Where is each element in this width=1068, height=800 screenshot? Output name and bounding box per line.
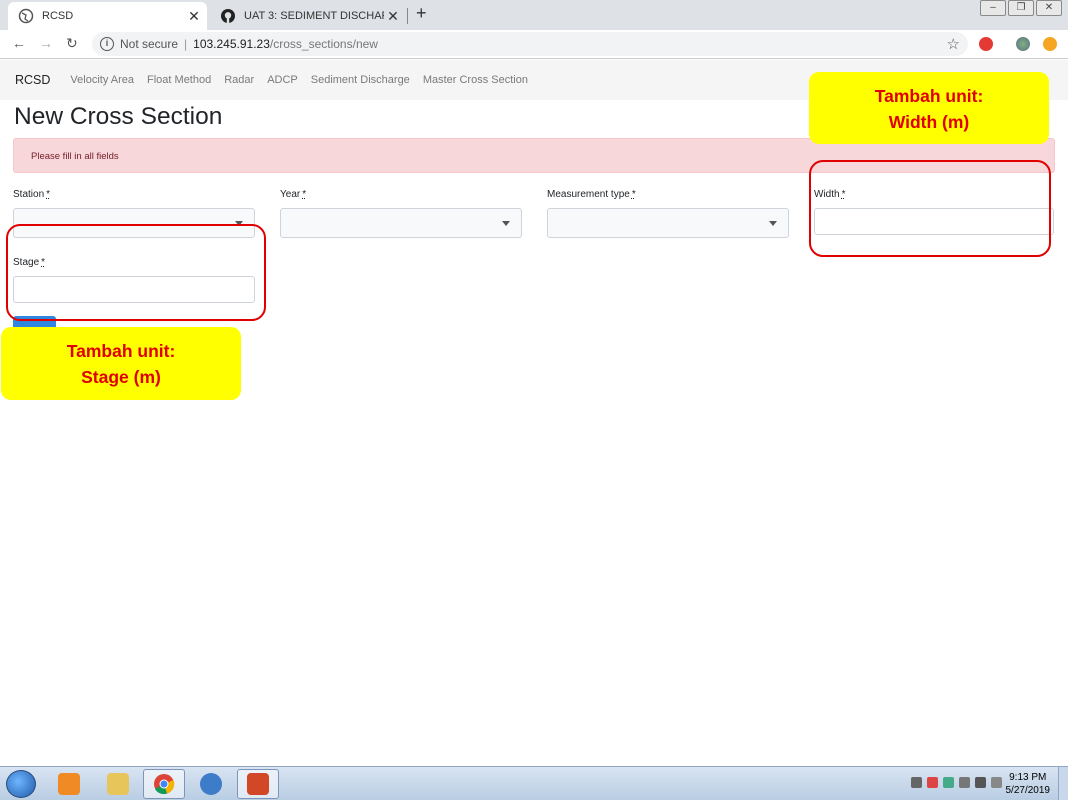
restore-icon[interactable]: ❐ bbox=[1008, 0, 1034, 16]
measurement-type-label-text: Measurement type bbox=[547, 189, 630, 200]
nav-float-method[interactable]: Float Method bbox=[147, 74, 211, 86]
taskbar-clock[interactable]: 9:13 PM 5/27/2019 bbox=[1006, 771, 1051, 797]
bookmark-star-icon[interactable]: ☆ bbox=[947, 35, 960, 53]
info-icon[interactable]: i bbox=[100, 37, 114, 51]
forward-icon[interactable]: → bbox=[39, 35, 53, 51]
tab-title: UAT 3: SEDIMENT DISCHARGE UNIT bbox=[244, 10, 384, 22]
tab-uat3[interactable]: UAT 3: SEDIMENT DISCHARGE UNIT ✕ bbox=[210, 2, 406, 30]
powerpoint-icon bbox=[247, 773, 269, 795]
globe-extension-icon[interactable] bbox=[1016, 37, 1030, 51]
show-desktop-button[interactable] bbox=[1058, 767, 1068, 800]
nav-master-cross-section[interactable]: Master Cross Section bbox=[423, 74, 528, 86]
callout-line: Tambah unit: bbox=[874, 86, 984, 106]
opera-extension-icon[interactable] bbox=[979, 37, 993, 51]
year-label-text: Year bbox=[280, 189, 301, 200]
close-icon[interactable]: ✕ bbox=[384, 8, 402, 25]
taskbar-math-input[interactable] bbox=[190, 769, 232, 799]
stage-highlight-ring bbox=[6, 224, 266, 321]
address-bar[interactable]: i Not secure | 103.245.91.23 /cross_sect… bbox=[92, 32, 968, 56]
chevron-down-icon bbox=[769, 221, 777, 226]
taskbar-media-player[interactable] bbox=[48, 769, 90, 799]
math-input-icon bbox=[200, 773, 222, 795]
close-icon[interactable]: ✕ bbox=[185, 8, 203, 25]
year-select[interactable] bbox=[280, 208, 522, 238]
chrome-tray-icon[interactable] bbox=[943, 777, 954, 788]
callout-line: Width (m) bbox=[888, 112, 970, 132]
close-window-icon[interactable]: ✕ bbox=[1036, 0, 1062, 16]
taskbar-powerpoint[interactable] bbox=[237, 769, 279, 799]
flag-icon[interactable] bbox=[959, 777, 970, 788]
measurement-type-label: Measurement type * bbox=[547, 189, 636, 200]
back-icon[interactable]: ← bbox=[12, 35, 26, 51]
required-mark: * bbox=[631, 189, 636, 200]
nav-velocity-area[interactable]: Velocity Area bbox=[70, 74, 134, 86]
minimize-icon[interactable]: – bbox=[980, 0, 1006, 16]
nav-adcp[interactable]: ADCP bbox=[267, 74, 298, 86]
stage-unit-callout: Tambah unit: Stage (m) bbox=[1, 327, 241, 400]
start-button[interactable] bbox=[6, 770, 36, 798]
nav-sediment-discharge[interactable]: Sediment Discharge bbox=[311, 74, 410, 86]
divider: | bbox=[184, 37, 188, 51]
page-title: New Cross Section bbox=[14, 103, 223, 130]
year-label: Year * bbox=[280, 189, 306, 200]
taskbar-chrome[interactable] bbox=[143, 769, 185, 799]
clock-time: 9:13 PM bbox=[1009, 772, 1047, 783]
brand-link[interactable]: RCSD bbox=[15, 73, 50, 87]
speaker-icon[interactable] bbox=[911, 777, 922, 788]
tab-title: RCSD bbox=[42, 10, 74, 22]
station-label: Station * bbox=[13, 189, 50, 200]
security-label: Not secure bbox=[120, 37, 179, 51]
callout-line: Stage (m) bbox=[81, 367, 161, 387]
callout-line: Tambah unit: bbox=[66, 341, 176, 361]
width-unit-callout: Tambah unit: Width (m) bbox=[809, 72, 1049, 144]
required-mark: * bbox=[302, 189, 307, 200]
github-icon bbox=[221, 9, 235, 23]
measurement-type-select[interactable] bbox=[547, 208, 789, 238]
chevron-down-icon bbox=[502, 221, 510, 226]
station-label-text: Station bbox=[13, 189, 45, 200]
network-icon[interactable] bbox=[975, 777, 986, 788]
orange-extension-icon[interactable] bbox=[1043, 37, 1057, 51]
signal-icon[interactable] bbox=[991, 777, 1002, 788]
taskbar-file-explorer[interactable] bbox=[97, 769, 139, 799]
new-tab-icon[interactable]: + bbox=[416, 3, 427, 24]
tab-rcsd[interactable]: RCSD ✕ bbox=[8, 2, 207, 30]
tab-separator bbox=[407, 8, 408, 24]
app-tray-icon[interactable] bbox=[927, 777, 938, 788]
reload-icon[interactable]: ↻ bbox=[66, 35, 78, 52]
required-mark: * bbox=[46, 189, 51, 200]
url-path: /cross_sections/new bbox=[269, 37, 378, 51]
clock-date: 5/27/2019 bbox=[1005, 785, 1051, 796]
system-tray bbox=[911, 777, 1002, 788]
url-host: 103.245.91.23 bbox=[193, 37, 270, 51]
folder-icon bbox=[107, 773, 129, 795]
media-player-icon bbox=[58, 773, 80, 795]
screen: RCSD ✕ UAT 3: SEDIMENT DISCHARGE UNIT ✕ … bbox=[0, 0, 1068, 800]
width-highlight-ring bbox=[809, 160, 1051, 257]
globe-icon bbox=[18, 8, 34, 24]
chrome-icon bbox=[154, 774, 175, 795]
nav-radar[interactable]: Radar bbox=[224, 74, 254, 86]
windows-taskbar: 9:13 PM 5/27/2019 bbox=[0, 766, 1068, 800]
alert-text: Please fill in all fields bbox=[31, 151, 119, 162]
browser-tabstrip: RCSD ✕ UAT 3: SEDIMENT DISCHARGE UNIT ✕ … bbox=[0, 0, 1068, 30]
browser-toolbar: ← → ↻ i Not secure | 103.245.91.23 /cros… bbox=[0, 30, 1068, 59]
window-controls: – ❐ ✕ bbox=[978, 0, 1062, 16]
